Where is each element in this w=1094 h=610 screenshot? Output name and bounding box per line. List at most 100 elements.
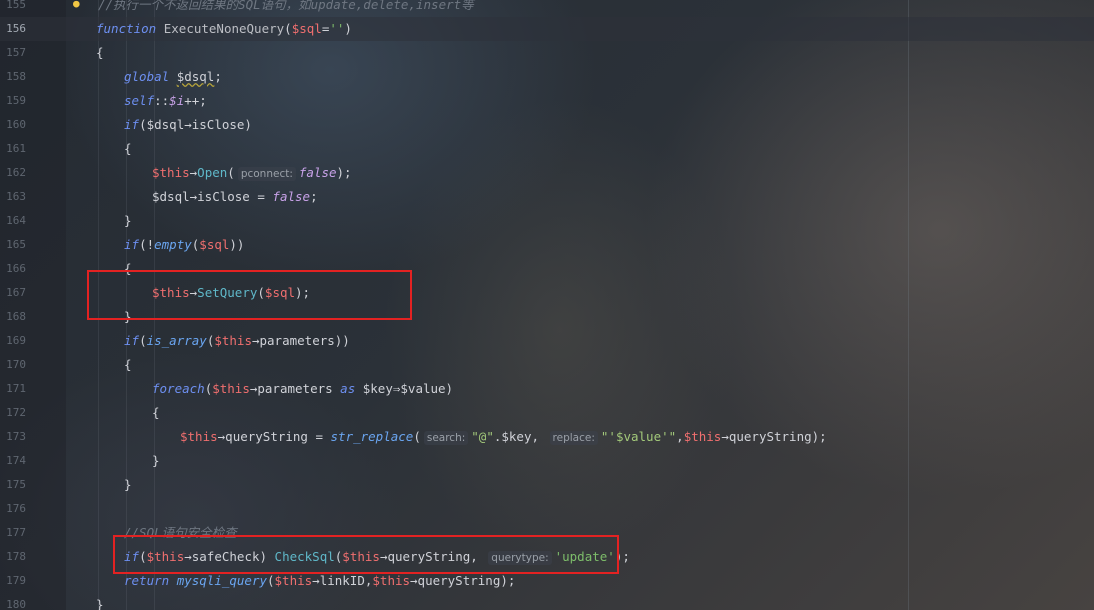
line-number[interactable]: 170 bbox=[0, 353, 26, 377]
code-token: $this bbox=[214, 333, 252, 348]
code-text[interactable]: $dsql→isClose = false; bbox=[152, 185, 318, 209]
line-number[interactable]: 156 bbox=[0, 17, 26, 41]
code-token: , bbox=[676, 429, 684, 444]
code-text[interactable]: } bbox=[124, 209, 132, 233]
code-token: →queryString = bbox=[217, 429, 331, 444]
code-token: { bbox=[152, 405, 160, 420]
code-line[interactable]: 173 $this→queryString = str_replace(searc… bbox=[0, 425, 1094, 449]
code-line[interactable]: 175} bbox=[0, 473, 1094, 497]
line-number[interactable]: 175 bbox=[0, 473, 26, 497]
code-text[interactable]: } bbox=[152, 449, 160, 473]
line-number[interactable]: 174 bbox=[0, 449, 26, 473]
line-number[interactable]: 162 bbox=[0, 161, 26, 185]
code-line[interactable]: 170 { bbox=[0, 353, 1094, 377]
code-text[interactable]: { bbox=[124, 137, 132, 161]
code-line[interactable]: 161 { bbox=[0, 137, 1094, 161]
code-line[interactable]: 159 self::$i++; bbox=[0, 89, 1094, 113]
line-number[interactable]: 158 bbox=[0, 65, 26, 89]
code-token: →parameters bbox=[249, 381, 341, 396]
code-line[interactable]: 156 function ExecuteNoneQuery($sql='') bbox=[0, 17, 1094, 41]
line-number[interactable]: 180 bbox=[0, 593, 26, 610]
code-token: $this bbox=[180, 429, 218, 444]
code-text[interactable]: if($dsql→isClose) bbox=[124, 113, 252, 137]
code-token: ; bbox=[310, 189, 318, 204]
code-token: } bbox=[152, 453, 160, 468]
lightbulb-icon[interactable]: ● bbox=[73, 0, 83, 10]
highlight-box-setquery bbox=[87, 270, 412, 320]
code-line[interactable]: 174} bbox=[0, 449, 1094, 473]
code-token: if bbox=[124, 237, 140, 252]
code-text[interactable]: //执行一个不返回结果的SQL语句，如update,delete,insert等 bbox=[98, 0, 474, 17]
parameter-hint: pconnect: bbox=[237, 167, 296, 181]
line-number[interactable]: 159 bbox=[0, 89, 26, 113]
line-number[interactable]: 176 bbox=[0, 497, 26, 521]
line-number[interactable]: 164 bbox=[0, 209, 26, 233]
code-text[interactable]: function ExecuteNoneQuery($sql='') bbox=[96, 17, 352, 41]
code-token: ( bbox=[267, 573, 275, 588]
line-number[interactable]: 178 bbox=[0, 545, 26, 569]
code-line[interactable]: 155 //执行一个不返回结果的SQL语句，如update,delete,inse… bbox=[0, 0, 1094, 17]
line-number[interactable]: 177 bbox=[0, 521, 26, 545]
code-token: return bbox=[124, 573, 170, 588]
line-number[interactable]: 160 bbox=[0, 113, 26, 137]
code-text[interactable]: if(is_array($this→parameters)) bbox=[124, 329, 350, 353]
line-number[interactable]: 179 bbox=[0, 569, 26, 593]
code-text[interactable]: { bbox=[124, 353, 132, 377]
code-line[interactable]: 157 { bbox=[0, 41, 1094, 65]
code-text[interactable]: } bbox=[96, 593, 104, 610]
code-token: :: bbox=[154, 93, 170, 108]
code-token: { bbox=[96, 45, 104, 60]
line-number[interactable]: 155 bbox=[0, 0, 26, 17]
code-line[interactable]: 158 global $dsql; bbox=[0, 65, 1094, 89]
code-line[interactable]: 169 if(is_array($this→parameters)) bbox=[0, 329, 1094, 353]
code-token: ( bbox=[413, 429, 421, 444]
code-line[interactable]: 176 bbox=[0, 497, 1094, 521]
code-token: $this bbox=[372, 573, 411, 588]
code-text[interactable]: $this→Open(pconnect: false); bbox=[152, 161, 352, 186]
code-token: →linkID, bbox=[312, 573, 373, 588]
code-token: "'$value'" bbox=[600, 429, 677, 444]
code-line[interactable]: 172 { bbox=[0, 401, 1094, 425]
code-line[interactable]: 163 $dsql→isClose = false; bbox=[0, 185, 1094, 209]
code-text[interactable]: { bbox=[152, 401, 160, 425]
code-line[interactable]: 180} bbox=[0, 593, 1094, 610]
code-token: } bbox=[96, 597, 104, 610]
code-line[interactable]: 171 foreach($this→parameters as $key⇒$val… bbox=[0, 377, 1094, 401]
code-line[interactable]: 164} bbox=[0, 209, 1094, 233]
line-number[interactable]: 172 bbox=[0, 401, 26, 425]
code-token: $sql bbox=[291, 21, 322, 36]
line-number[interactable]: 161 bbox=[0, 137, 26, 161]
code-token: } bbox=[124, 477, 132, 492]
code-token: } bbox=[124, 213, 132, 228]
code-token: →parameters)) bbox=[251, 333, 350, 348]
code-token: { bbox=[124, 357, 132, 372]
line-number[interactable]: 163 bbox=[0, 185, 26, 209]
code-token: (! bbox=[139, 237, 155, 252]
line-number[interactable]: 169 bbox=[0, 329, 26, 353]
line-number[interactable]: 173 bbox=[0, 425, 26, 449]
code-token: function bbox=[96, 21, 157, 36]
line-number[interactable]: 168 bbox=[0, 305, 26, 329]
code-token: ( bbox=[227, 165, 235, 180]
line-number[interactable]: 171 bbox=[0, 377, 26, 401]
line-number[interactable]: 166 bbox=[0, 257, 26, 281]
code-token: { bbox=[124, 141, 132, 156]
code-text[interactable]: } bbox=[124, 473, 132, 497]
code-text[interactable]: foreach($this→parameters as $key⇒$value) bbox=[152, 377, 453, 401]
code-token: $this bbox=[152, 165, 190, 180]
line-number[interactable]: 165 bbox=[0, 233, 26, 257]
code-token: $dsql→isClose = bbox=[152, 189, 273, 204]
code-text[interactable]: if(!empty($sql)) bbox=[124, 233, 244, 257]
line-number[interactable]: 167 bbox=[0, 281, 26, 305]
code-editor[interactable]: 155 //执行一个不返回结果的SQL语句，如update,delete,inse… bbox=[0, 0, 1094, 610]
code-line[interactable]: 160 if($dsql→isClose) bbox=[0, 113, 1094, 137]
code-line[interactable]: 165 if(!empty($sql)) bbox=[0, 233, 1094, 257]
code-token: ; bbox=[214, 69, 222, 84]
code-text[interactable]: { bbox=[96, 41, 104, 65]
code-line[interactable]: 162 $this→Open(pconnect: false); bbox=[0, 161, 1094, 185]
code-text[interactable]: self::$i++; bbox=[124, 89, 207, 113]
code-text[interactable]: global $dsql; bbox=[124, 65, 222, 89]
code-token: self bbox=[124, 93, 155, 108]
line-number[interactable]: 157 bbox=[0, 41, 26, 65]
code-text[interactable]: $this→queryString = str_replace(search: "… bbox=[180, 425, 827, 450]
